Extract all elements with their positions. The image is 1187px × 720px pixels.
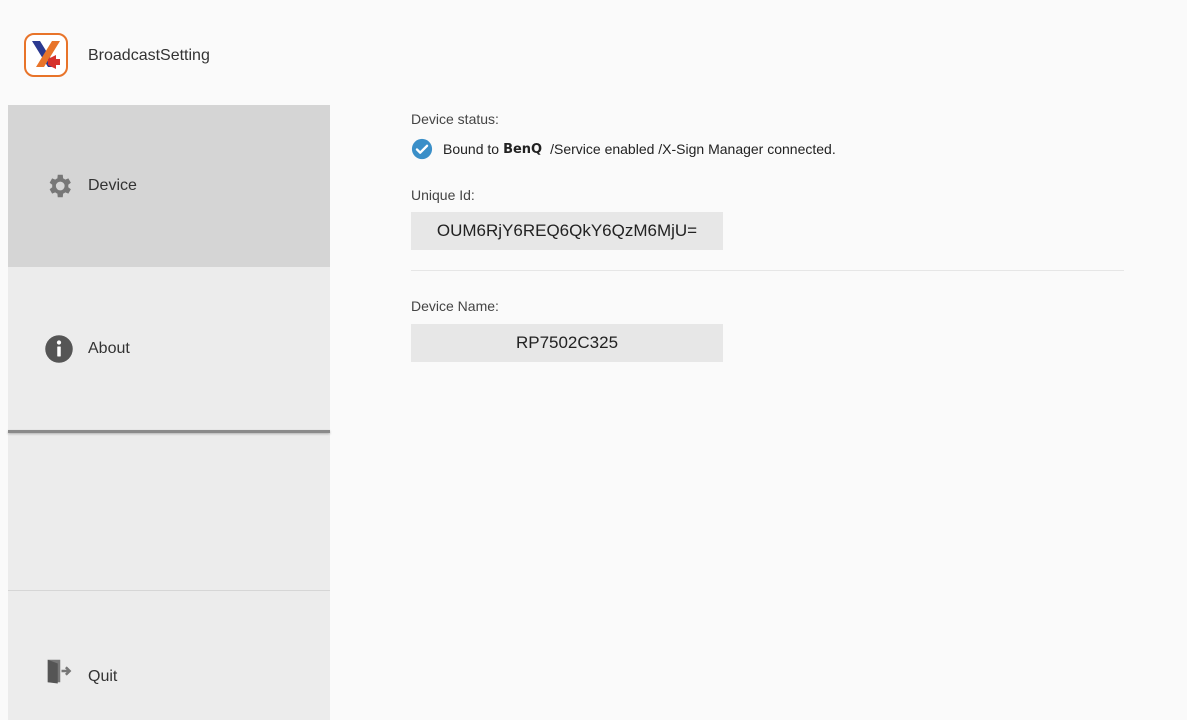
- app-title: BroadcastSetting: [88, 47, 210, 64]
- sidebar: Device About Quit: [8, 105, 330, 720]
- sidebar-item-about[interactable]: About: [8, 267, 330, 430]
- section-divider: [411, 270, 1124, 271]
- check-circle-icon: [411, 138, 433, 160]
- device-name-value[interactable]: RP7502C325: [411, 324, 723, 362]
- unique-id-label: Unique Id:: [411, 187, 475, 203]
- sidebar-item-label: Quit: [88, 668, 118, 685]
- sidebar-item-label: Device: [88, 177, 137, 194]
- info-icon: [44, 334, 74, 364]
- status-prefix: Bound to: [443, 141, 500, 157]
- sidebar-item-label: About: [88, 339, 130, 357]
- device-status: Bound to BenQ /Service enabled /X-Sign M…: [411, 138, 836, 160]
- sidebar-item-device[interactable]: Device: [8, 105, 330, 267]
- unique-id-value: OUM6RjY6REQ6QkY6QzM6MjU=: [411, 212, 723, 250]
- app-logo-icon: [24, 33, 68, 77]
- device-name-label: Device Name:: [411, 298, 499, 314]
- brand-name: BenQ: [503, 141, 543, 157]
- exit-icon: [44, 656, 74, 686]
- gear-icon: [44, 171, 74, 201]
- status-suffix: /Service enabled /X-Sign Manager connect…: [550, 141, 836, 157]
- sidebar-item-quit[interactable]: Quit: [8, 590, 330, 720]
- device-status-label: Device status:: [411, 111, 499, 127]
- sidebar-divider: [8, 430, 330, 433]
- device-panel: Device status: Bound to BenQ /Service en…: [330, 105, 1187, 720]
- app-header: BroadcastSetting: [0, 0, 1187, 105]
